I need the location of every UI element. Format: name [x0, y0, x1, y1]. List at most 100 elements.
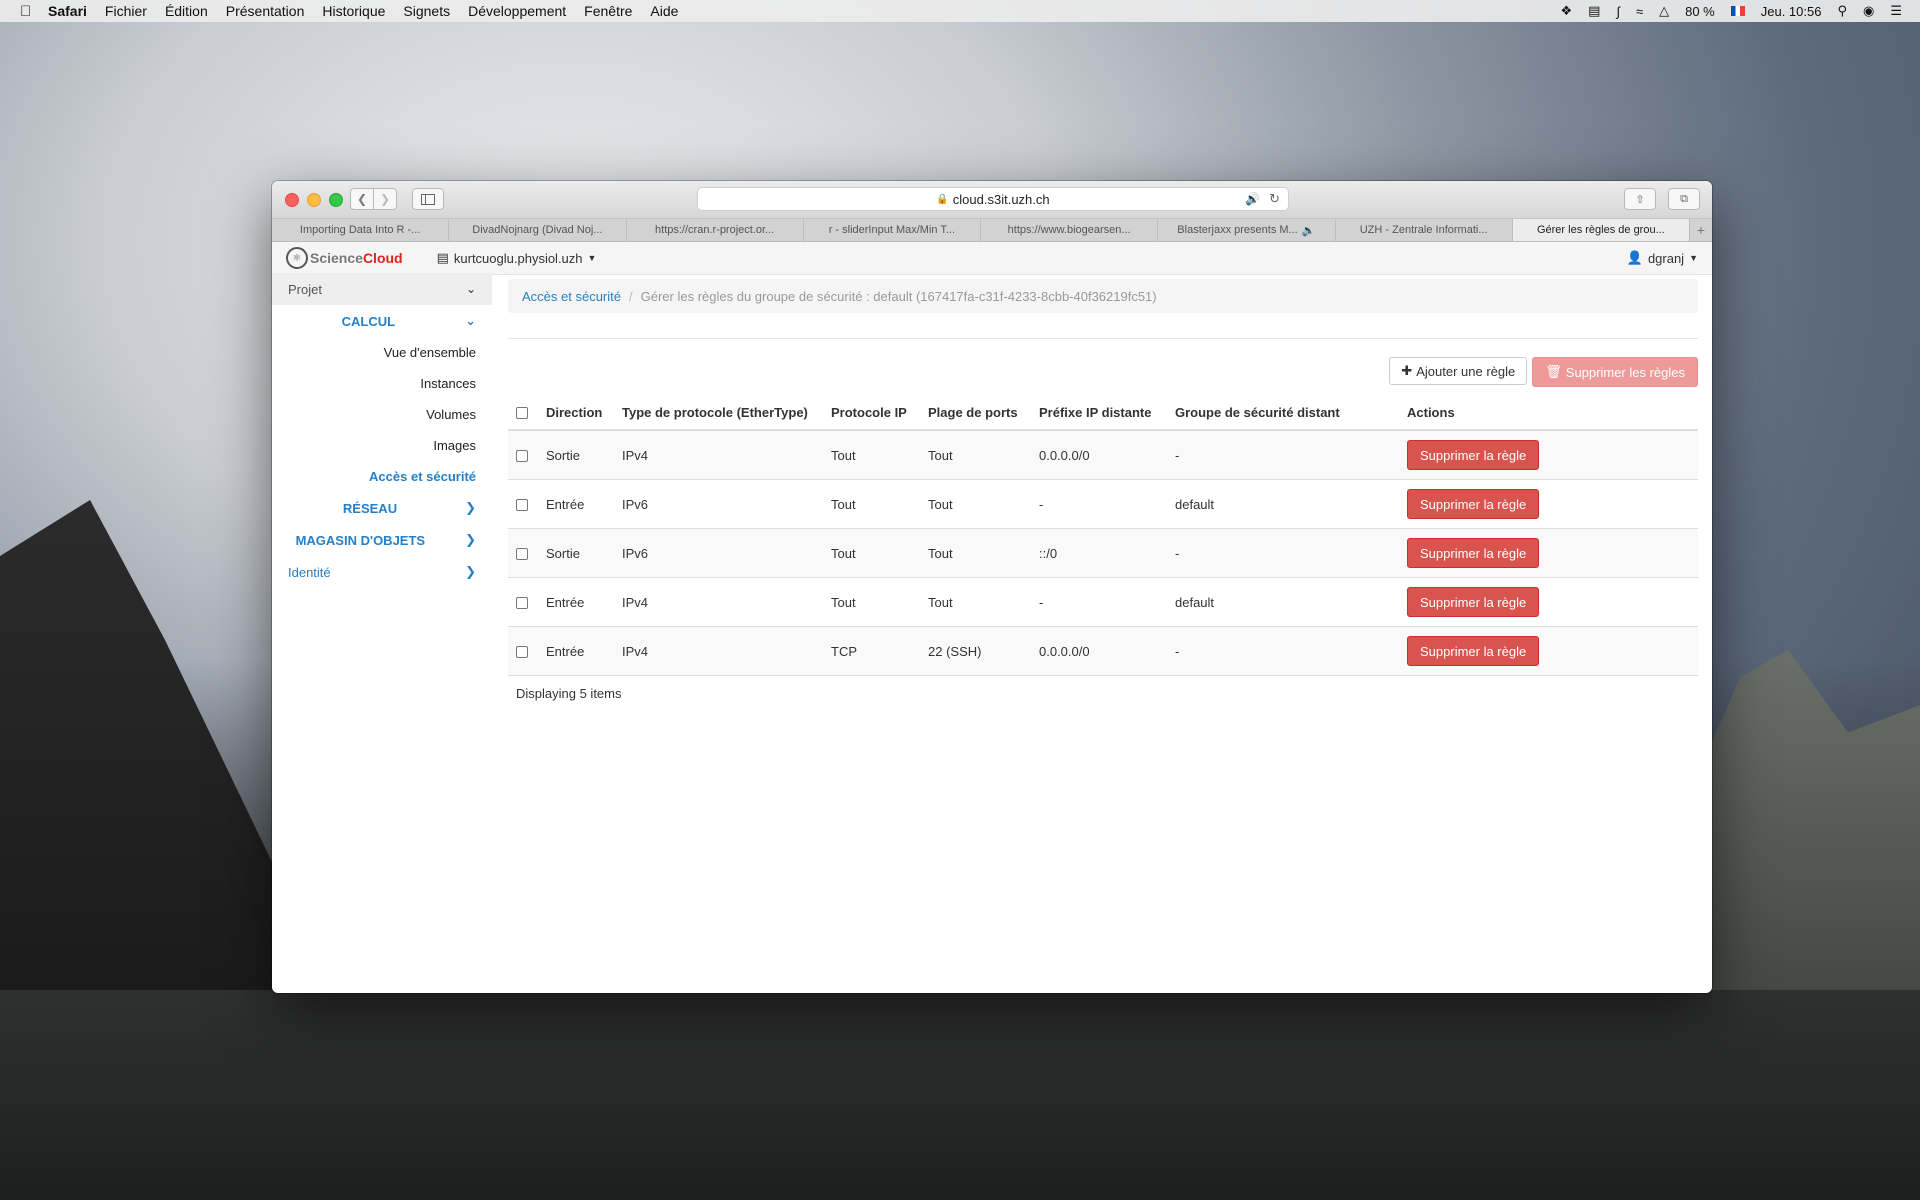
table-row: Sortie IPv6 Tout Tout ::/0 - Supprimer l…	[508, 528, 1698, 578]
sidebar-identity-toggle[interactable]: Identité ❯	[272, 556, 492, 588]
cell-actions: Supprimer la règle	[1399, 577, 1698, 627]
dropbox-icon[interactable]: ❖	[1560, 3, 1572, 19]
lock-icon: 🔒	[936, 193, 949, 205]
sidebar-item-instances[interactable]: Instances	[272, 368, 492, 399]
row-checkbox[interactable]	[516, 499, 528, 512]
history-nav: ❮ ❯	[350, 188, 397, 210]
delete-rules-button[interactable]: 🗑 Supprimer les règles	[1532, 357, 1698, 387]
col-direction[interactable]: Direction	[538, 395, 614, 431]
add-rule-label: Ajouter une règle	[1416, 363, 1516, 379]
sidebar-network-toggle[interactable]: RÉSEAU ❯	[272, 492, 492, 524]
add-rule-button[interactable]: ✚ Ajouter une règle	[1389, 357, 1528, 385]
tab-biogears[interactable]: https://www.biogearsen...	[981, 219, 1159, 241]
row-checkbox[interactable]	[516, 450, 528, 463]
spotlight-icon[interactable]: ⚲	[1837, 3, 1847, 19]
row-checkbox[interactable]	[516, 548, 528, 561]
project-selector[interactable]: ▤ kurtcuoglu.physiol.uzh ▼	[437, 250, 597, 266]
tab-divadnojnarg[interactable]: DivadNojnarg (Divad Noj...	[449, 219, 627, 241]
menu-developpement[interactable]: Développement	[468, 3, 566, 19]
clock[interactable]: Jeu. 10:56	[1761, 4, 1822, 19]
forward-button[interactable]: ❯	[374, 188, 397, 210]
tab-sliderinput[interactable]: r - sliderInput Max/Min T...	[804, 219, 981, 241]
address-bar[interactable]: 🔒 cloud.s3it.uzh.ch 🔊 ↻	[697, 187, 1289, 211]
cell-actions: Supprimer la règle	[1399, 430, 1698, 480]
apple-icon[interactable]: 	[20, 3, 36, 20]
delete-rule-button[interactable]: Supprimer la règle	[1407, 587, 1540, 617]
cell-group: -	[1167, 528, 1399, 578]
delete-rule-button[interactable]: Supprimer la règle	[1407, 538, 1540, 568]
menu-fichier[interactable]: Fichier	[105, 3, 147, 19]
sidebar-item-images[interactable]: Images	[272, 430, 492, 461]
sidebar-project-label: Projet	[288, 281, 322, 297]
menubar:  Safari Fichier Édition Présentation Hi…	[0, 0, 1920, 22]
sidebar-calcul-label: CALCUL	[341, 313, 396, 329]
sidebar-calcul-toggle[interactable]: CALCUL ⌄	[272, 305, 492, 337]
col-ip-protocol[interactable]: Protocole IP	[823, 395, 920, 431]
table-row: Entrée IPv4 Tout Tout - default Supprime…	[508, 577, 1698, 627]
col-ethertype[interactable]: Type de protocole (EtherType)	[614, 395, 823, 431]
row-checkbox[interactable]	[516, 646, 528, 659]
menu-signets[interactable]: Signets	[403, 3, 450, 19]
tab-security-rules[interactable]: Gérer les règles de grou...	[1512, 219, 1690, 241]
reload-icon[interactable]: ↻	[1269, 191, 1280, 207]
back-button[interactable]: ❮	[350, 188, 374, 210]
menu-historique[interactable]: Historique	[322, 3, 385, 19]
sidebar-project-toggle[interactable]: Projet ⌄	[272, 273, 492, 305]
address-url: cloud.s3it.uzh.ch	[952, 191, 1050, 207]
sidebar-item-volumes[interactable]: Volumes	[272, 399, 492, 430]
breadcrumb: Accès et sécurité / Gérer les règles du …	[508, 279, 1698, 313]
wifi-icon[interactable]: ≈	[1636, 4, 1643, 19]
battery-percent[interactable]: 80 %	[1685, 4, 1715, 19]
zoom-window-button[interactable]	[329, 193, 343, 207]
siri-icon[interactable]: ◉	[1863, 3, 1874, 19]
row-checkbox[interactable]	[516, 597, 528, 610]
tab-uzh[interactable]: UZH - Zentrale Informati...	[1336, 219, 1513, 241]
delete-rule-button[interactable]: Supprimer la règle	[1407, 489, 1540, 519]
sidebar-item-overview[interactable]: Vue d'ensemble	[272, 337, 492, 368]
col-port-range[interactable]: Plage de ports	[920, 395, 1031, 431]
window-controls	[285, 193, 343, 207]
sciencecloud-logo[interactable]: ⚛ Science Cloud	[286, 247, 403, 269]
bluetooth-icon[interactable]: ∫	[1616, 4, 1620, 19]
cell-prefix: 0.0.0.0/0	[1031, 626, 1167, 676]
chevron-down-icon: ⌄	[465, 313, 476, 328]
show-tabs-button[interactable]: ⧉	[1668, 188, 1700, 210]
col-remote-ip-prefix[interactable]: Préfixe IP distante	[1031, 395, 1167, 431]
airplay-icon[interactable]: △	[1659, 3, 1669, 19]
menu-fenetre[interactable]: Fenêtre	[584, 3, 632, 19]
main-content: Accès et sécurité / Gérer les règles du …	[508, 273, 1698, 711]
select-all-checkbox[interactable]	[516, 407, 528, 420]
menu-app[interactable]: Safari	[48, 3, 87, 19]
audio-playing-icon[interactable]: 🔊	[1245, 192, 1260, 206]
delete-rule-button[interactable]: Supprimer la règle	[1407, 636, 1540, 666]
sidebar-toggle-button[interactable]	[412, 188, 444, 210]
menu-presentation[interactable]: Présentation	[226, 3, 305, 19]
sidebar-object-store-toggle[interactable]: MAGASIN D'OBJETS ❯	[272, 524, 492, 556]
menu-aide[interactable]: Aide	[650, 3, 678, 19]
input-source-flag-icon[interactable]	[1730, 6, 1745, 16]
toolbar-right: ⇧ ⧉	[1624, 188, 1700, 210]
minimize-window-button[interactable]	[307, 193, 321, 207]
cell-protocol: TCP	[823, 626, 920, 676]
tab-audio-icon[interactable]: 🔈	[1302, 224, 1316, 237]
tab-blasterjaxx[interactable]: Blasterjaxx presents M... 🔈	[1158, 219, 1336, 241]
cell-ethertype: IPv6	[614, 528, 823, 578]
notification-center-icon[interactable]: ☰	[1890, 3, 1902, 19]
tab-bar: Importing Data Into R -... DivadNojnarg …	[272, 219, 1712, 242]
breadcrumb-link-access-security[interactable]: Accès et sécurité	[522, 289, 621, 304]
tab-importing-data[interactable]: Importing Data Into R -...	[272, 219, 450, 241]
menu-edition[interactable]: Édition	[165, 3, 208, 19]
sidebar-item-access-security[interactable]: Accès et sécurité	[272, 461, 492, 492]
new-tab-button[interactable]: +	[1690, 219, 1712, 241]
cell-group: -	[1167, 430, 1399, 480]
tab-cran[interactable]: https://cran.r-project.or...	[627, 219, 804, 241]
project-selector-icon: ▤	[436, 250, 449, 265]
user-menu[interactable]: 👤 dgranj ▼	[1627, 250, 1698, 266]
delete-rule-button[interactable]: Supprimer la règle	[1407, 440, 1540, 470]
cell-ethertype: IPv4	[614, 626, 823, 676]
col-remote-security-group[interactable]: Groupe de sécurité distant	[1167, 395, 1399, 431]
close-window-button[interactable]	[285, 193, 299, 207]
share-button[interactable]: ⇧	[1624, 188, 1656, 210]
notes-icon[interactable]: ▤	[1588, 3, 1600, 19]
trash-icon: 🗑	[1545, 364, 1562, 379]
